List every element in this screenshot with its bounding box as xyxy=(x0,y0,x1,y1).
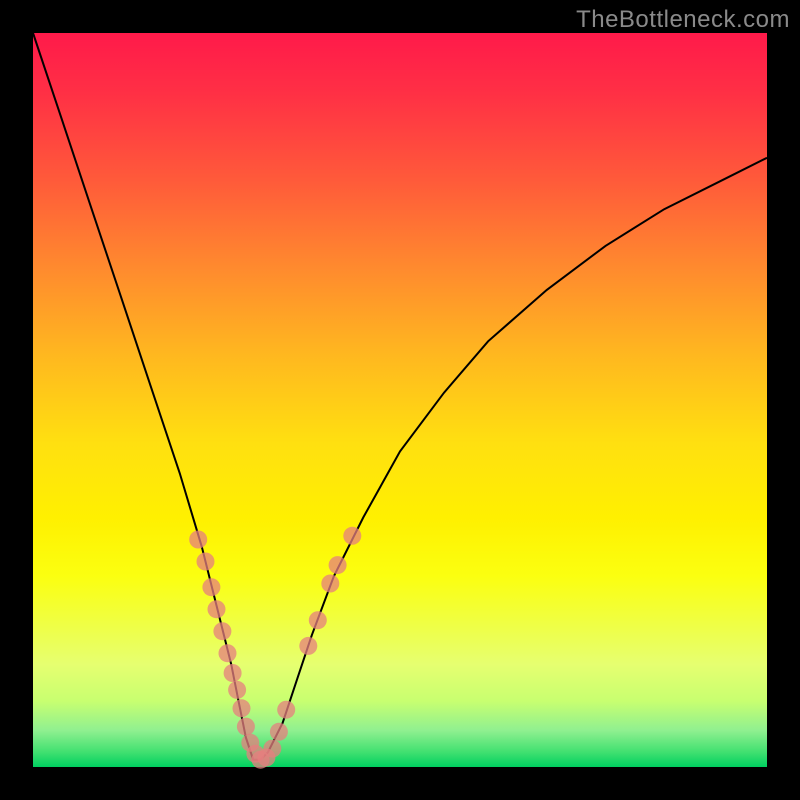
curve-marker xyxy=(309,611,327,629)
curve-marker xyxy=(219,644,237,662)
curve-marker xyxy=(213,622,231,640)
curve-marker xyxy=(237,718,255,736)
curve-marker xyxy=(202,578,220,596)
curve-marker xyxy=(228,681,246,699)
watermark-text: TheBottleneck.com xyxy=(576,6,790,34)
curve-marker xyxy=(270,723,288,741)
curve-marker xyxy=(208,600,226,618)
curve-marker xyxy=(329,556,347,574)
chart-svg xyxy=(33,33,767,767)
curve-markers xyxy=(189,527,361,769)
plot-area xyxy=(33,33,767,767)
chart-frame: TheBottleneck.com xyxy=(0,0,800,800)
curve-marker xyxy=(277,701,295,719)
curve-marker xyxy=(321,575,339,593)
curve-marker xyxy=(197,553,215,571)
curve-marker xyxy=(224,664,242,682)
bottleneck-curve xyxy=(33,33,767,760)
curve-marker xyxy=(299,637,317,655)
curve-marker xyxy=(343,527,361,545)
curve-marker xyxy=(189,531,207,549)
curve-marker xyxy=(263,740,281,758)
curve-marker xyxy=(233,699,251,717)
